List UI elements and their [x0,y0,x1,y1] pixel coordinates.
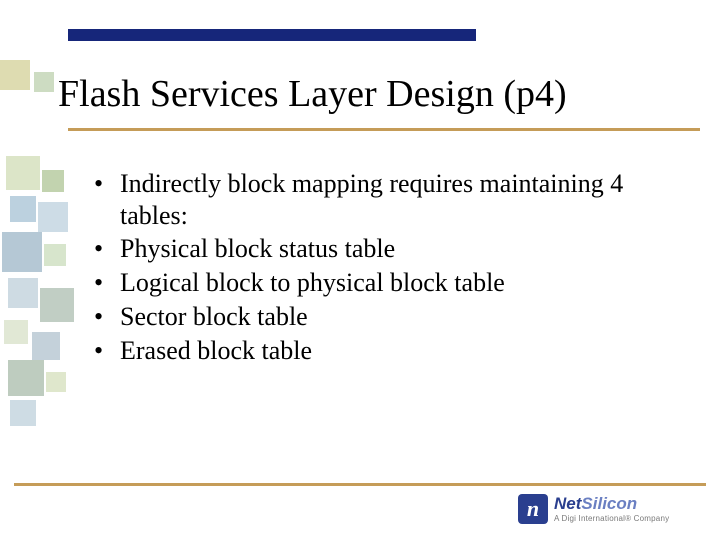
header-bar [68,29,476,41]
logo-mark-glyph: n [527,498,539,520]
bullet-item: Logical block to physical block table [94,267,674,299]
footer-rule [14,483,706,486]
logo-mark-icon: n [518,494,548,524]
bullet-item: Sector block table [94,301,674,333]
logo-brand: NetSilicon [554,495,669,512]
slide-body: Indirectly block mapping requires mainta… [94,168,674,368]
title-underline [68,128,700,131]
logo-brand-bold: Net [554,494,581,513]
bullet-item: Erased block table [94,335,674,367]
logo-brand-light: Silicon [581,494,637,513]
netsilicon-logo: n NetSilicon A Digi International® Compa… [518,492,696,526]
bullet-item: Physical block status table [94,233,674,265]
slide-title: Flash Services Layer Design (p4) [58,72,567,116]
bullet-item: Indirectly block mapping requires mainta… [94,168,674,231]
slide: Flash Services Layer Design (p4) Indirec… [0,0,720,540]
logo-tagline: A Digi International® Company [554,514,669,523]
